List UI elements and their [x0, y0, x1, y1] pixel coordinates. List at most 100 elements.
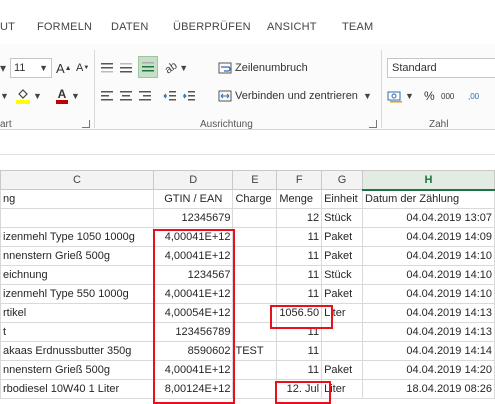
- cell-menge[interactable]: 12: [276, 208, 323, 228]
- cell-einheit[interactable]: Paket: [321, 284, 363, 304]
- alignment-dialog-launcher-icon[interactable]: [369, 120, 377, 128]
- cell-datum[interactable]: 04.04.2019 14:14: [361, 341, 495, 361]
- cell-einheit[interactable]: [321, 322, 363, 342]
- cell-menge[interactable]: 11: [276, 322, 323, 342]
- cell-bezeichnung[interactable]: rbodiesel 10W40 1 Liter: [0, 379, 155, 399]
- column-header-g[interactable]: G: [321, 170, 363, 190]
- cell-charge[interactable]: [232, 208, 278, 228]
- cell-einheit[interactable]: [321, 341, 363, 361]
- cell-header-einheit[interactable]: Einheit: [321, 189, 363, 209]
- cell-header-bezeichnung[interactable]: ng: [0, 189, 155, 209]
- orientation-button[interactable]: ab ▼: [163, 58, 189, 78]
- align-center-button[interactable]: [119, 86, 135, 106]
- font-name-dropdown-edge[interactable]: ▾: [0, 58, 7, 78]
- accounting-format-button[interactable]: ▼: [387, 86, 419, 106]
- cell-bezeichnung[interactable]: nnenstern Grieß 500g: [0, 246, 155, 266]
- column-header-e[interactable]: E: [232, 170, 278, 190]
- cell-bezeichnung[interactable]: rtikel: [0, 303, 155, 323]
- cell-einheit[interactable]: Liter: [321, 379, 363, 399]
- tab-team[interactable]: TEAM: [342, 21, 373, 33]
- align-middle-button[interactable]: [119, 58, 135, 78]
- cell-charge[interactable]: [232, 322, 278, 342]
- cell-datum[interactable]: 04.04.2019 14:13: [361, 322, 495, 342]
- cell-charge[interactable]: [232, 284, 278, 304]
- decrease-indent-button[interactable]: [163, 86, 179, 106]
- align-top-button[interactable]: [100, 58, 116, 78]
- cell-einheit[interactable]: Stück: [321, 208, 363, 228]
- font-dialog-launcher-icon[interactable]: [82, 120, 90, 128]
- cell-datum[interactable]: 04.04.2019 14:09: [361, 227, 495, 247]
- column-header-f[interactable]: F: [276, 170, 323, 190]
- cell-datum[interactable]: 04.04.2019 14:10: [361, 246, 495, 266]
- cell-einheit[interactable]: Liter: [321, 303, 363, 323]
- tab-daten[interactable]: DATEN: [111, 21, 148, 33]
- cell-gtin[interactable]: 4,00054E+12: [153, 303, 234, 323]
- cell-menge[interactable]: 11: [276, 227, 323, 247]
- cell-charge[interactable]: [232, 246, 278, 266]
- cell-einheit[interactable]: Paket: [321, 246, 363, 266]
- cell-menge[interactable]: 11: [276, 360, 323, 380]
- cell-header-menge[interactable]: Menge: [276, 189, 323, 209]
- increase-decimal-button[interactable]: ,00: [468, 86, 495, 106]
- cell-gtin[interactable]: 123456789: [153, 322, 234, 342]
- cell-gtin[interactable]: 12345679: [153, 208, 234, 228]
- cell-datum[interactable]: 04.04.2019 14:20: [361, 360, 495, 380]
- cell-einheit[interactable]: Paket: [321, 227, 363, 247]
- cell-bezeichnung[interactable]: nnenstern Grieß 500g: [0, 360, 155, 380]
- cell-charge[interactable]: [232, 360, 278, 380]
- cell-bezeichnung[interactable]: t: [0, 322, 155, 342]
- column-header-h-selected[interactable]: H: [361, 170, 495, 191]
- cell-bezeichnung[interactable]: izenmehl Type 550 1000g: [0, 284, 155, 304]
- cell-datum[interactable]: 04.04.2019 14:10: [361, 284, 495, 304]
- number-format-dropdown[interactable]: Standard: [387, 58, 495, 78]
- cell-charge[interactable]: [232, 265, 278, 285]
- cell-bezeichnung[interactable]: akaas Erdnussbutter 350g: [0, 341, 155, 361]
- font-color-button[interactable]: A ▼: [56, 86, 84, 106]
- formula-bar[interactable]: [0, 131, 495, 155]
- cell-gtin[interactable]: 1234567: [153, 265, 234, 285]
- shrink-font-button[interactable]: A ▼: [76, 58, 92, 78]
- cell-charge[interactable]: [232, 303, 278, 323]
- cell-einheit[interactable]: Paket: [321, 360, 363, 380]
- cell-header-datum[interactable]: Datum der Zählung: [361, 189, 495, 209]
- cell-bezeichnung[interactable]: [0, 208, 155, 228]
- cell-header-charge[interactable]: Charge: [232, 189, 278, 209]
- cell-gtin[interactable]: 4,00041E+12: [153, 246, 234, 266]
- cell-menge[interactable]: 11: [276, 284, 323, 304]
- cell-gtin[interactable]: 8590602: [153, 341, 234, 361]
- cell-datum[interactable]: 04.04.2019 14:13: [361, 303, 495, 323]
- cell-datum[interactable]: 18.04.2019 08:26: [361, 379, 495, 399]
- cell-datum[interactable]: 04.04.2019 13:07: [361, 208, 495, 228]
- cell-header-gtin[interactable]: GTIN / EAN: [153, 189, 234, 209]
- cell-datum[interactable]: 04.04.2019 14:10: [361, 265, 495, 285]
- tab-start[interactable]: UT: [0, 21, 15, 33]
- tab-ueberpruefen[interactable]: ÜBERPRÜFEN: [173, 21, 251, 33]
- tab-ansicht[interactable]: ANSICHT: [267, 21, 317, 33]
- font-size-dropdown[interactable]: 11 ▼: [10, 58, 52, 78]
- cell-charge[interactable]: TEST: [232, 341, 278, 361]
- cell-gtin[interactable]: 4,00041E+12: [153, 284, 234, 304]
- cell-charge[interactable]: [232, 379, 278, 399]
- grow-font-button[interactable]: A ▲: [56, 58, 72, 78]
- tab-formeln[interactable]: FORMELN: [37, 21, 92, 33]
- cell-gtin[interactable]: 4,00041E+12: [153, 360, 234, 380]
- align-bottom-button[interactable]: [138, 56, 158, 78]
- borders-dropdown[interactable]: ▼: [0, 86, 12, 106]
- merge-center-button[interactable]: Verbinden und zentrieren ▼: [218, 86, 378, 106]
- align-right-button[interactable]: [138, 86, 154, 106]
- column-header-d[interactable]: D: [153, 170, 234, 190]
- cell-menge[interactable]: 11: [276, 265, 323, 285]
- cell-bezeichnung[interactable]: eichnung: [0, 265, 155, 285]
- cell-menge[interactable]: 12. Jul: [276, 379, 323, 399]
- cell-gtin[interactable]: 4,00041E+12: [153, 227, 234, 247]
- cell-charge[interactable]: [232, 227, 278, 247]
- increase-indent-button[interactable]: [182, 86, 198, 106]
- cell-bezeichnung[interactable]: izenmehl Type 1050 1000g: [0, 227, 155, 247]
- fill-color-button[interactable]: ▼: [16, 86, 46, 106]
- cell-einheit[interactable]: Stück: [321, 265, 363, 285]
- cell-menge[interactable]: 1056.50: [276, 303, 323, 323]
- percent-style-button[interactable]: %: [424, 86, 438, 106]
- cell-menge[interactable]: 11: [276, 341, 323, 361]
- cell-menge[interactable]: 11: [276, 246, 323, 266]
- cell-gtin[interactable]: 8,00124E+12: [153, 379, 234, 399]
